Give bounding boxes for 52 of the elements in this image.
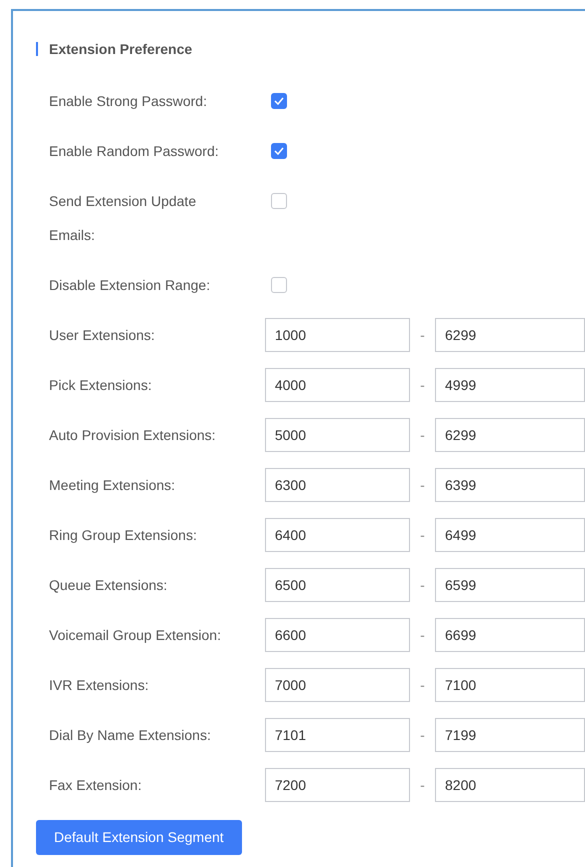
field-label: Dial By Name Extensions: <box>49 726 212 745</box>
range-end-field[interactable]: 7199 <box>435 718 585 752</box>
range-start-field[interactable]: 5000 <box>264 418 410 452</box>
range-separator: - <box>419 776 426 795</box>
range-start-field[interactable]: 6500 <box>264 568 410 602</box>
range-start-field[interactable]: 4000 <box>264 368 410 402</box>
checkbox[interactable] <box>271 143 287 159</box>
range-start-field[interactable]: 7200 <box>264 768 410 802</box>
field-label: IVR Extensions: <box>49 676 150 695</box>
checkmark-icon <box>274 97 284 105</box>
range-end-field[interactable]: 4999 <box>435 368 585 402</box>
field-label: Auto Provision Extensions: <box>49 426 217 445</box>
range-separator: - <box>419 476 426 495</box>
field-label: Enable Strong Password: <box>49 92 208 111</box>
range-separator: - <box>419 726 426 745</box>
range-end-field[interactable]: 6499 <box>435 518 585 552</box>
field-label: Send Extension Update Emails: <box>49 192 198 245</box>
range-separator: - <box>419 376 426 395</box>
default-segment-button[interactable]: Default Extension Segment <box>36 820 242 855</box>
range-end-field[interactable]: 6399 <box>435 468 585 502</box>
range-end-field[interactable]: 6599 <box>435 568 585 602</box>
field-label: Disable Extension Range: <box>49 276 212 295</box>
section-title: Extension Preference <box>49 40 192 59</box>
range-start-field[interactable]: 1000 <box>264 318 410 352</box>
field-label: Ring Group Extensions: <box>49 526 198 545</box>
range-end-field[interactable]: 8200 <box>435 768 585 802</box>
field-label: Fax Extension: <box>49 776 143 795</box>
checkbox[interactable] <box>271 93 287 109</box>
range-end-field[interactable]: 6299 <box>435 318 585 352</box>
field-label: Queue Extensions: <box>49 576 168 595</box>
range-separator: - <box>419 526 426 545</box>
checkbox[interactable] <box>271 277 287 293</box>
field-label: Enable Random Password: <box>49 142 220 161</box>
range-separator: - <box>419 676 426 695</box>
range-start-field[interactable]: 6600 <box>264 618 410 652</box>
range-start-field[interactable]: 6400 <box>264 518 410 552</box>
field-label: Voicemail Group Extension: <box>49 626 222 645</box>
range-start-field[interactable]: 6300 <box>264 468 410 502</box>
range-end-field[interactable]: 6299 <box>435 418 585 452</box>
checkmark-icon <box>274 147 284 155</box>
range-end-field[interactable]: 7100 <box>435 668 585 702</box>
range-end-field[interactable]: 6699 <box>435 618 585 652</box>
range-separator: - <box>419 326 426 345</box>
checkbox[interactable] <box>271 193 287 209</box>
range-separator: - <box>419 576 426 595</box>
range-start-field[interactable]: 7101 <box>264 718 410 752</box>
field-label: Pick Extensions: <box>49 376 153 395</box>
range-separator: - <box>419 626 426 645</box>
range-separator: - <box>419 426 426 445</box>
field-label: User Extensions: <box>49 326 156 345</box>
range-start-field[interactable]: 7000 <box>264 668 410 702</box>
field-label: Meeting Extensions: <box>49 476 176 495</box>
